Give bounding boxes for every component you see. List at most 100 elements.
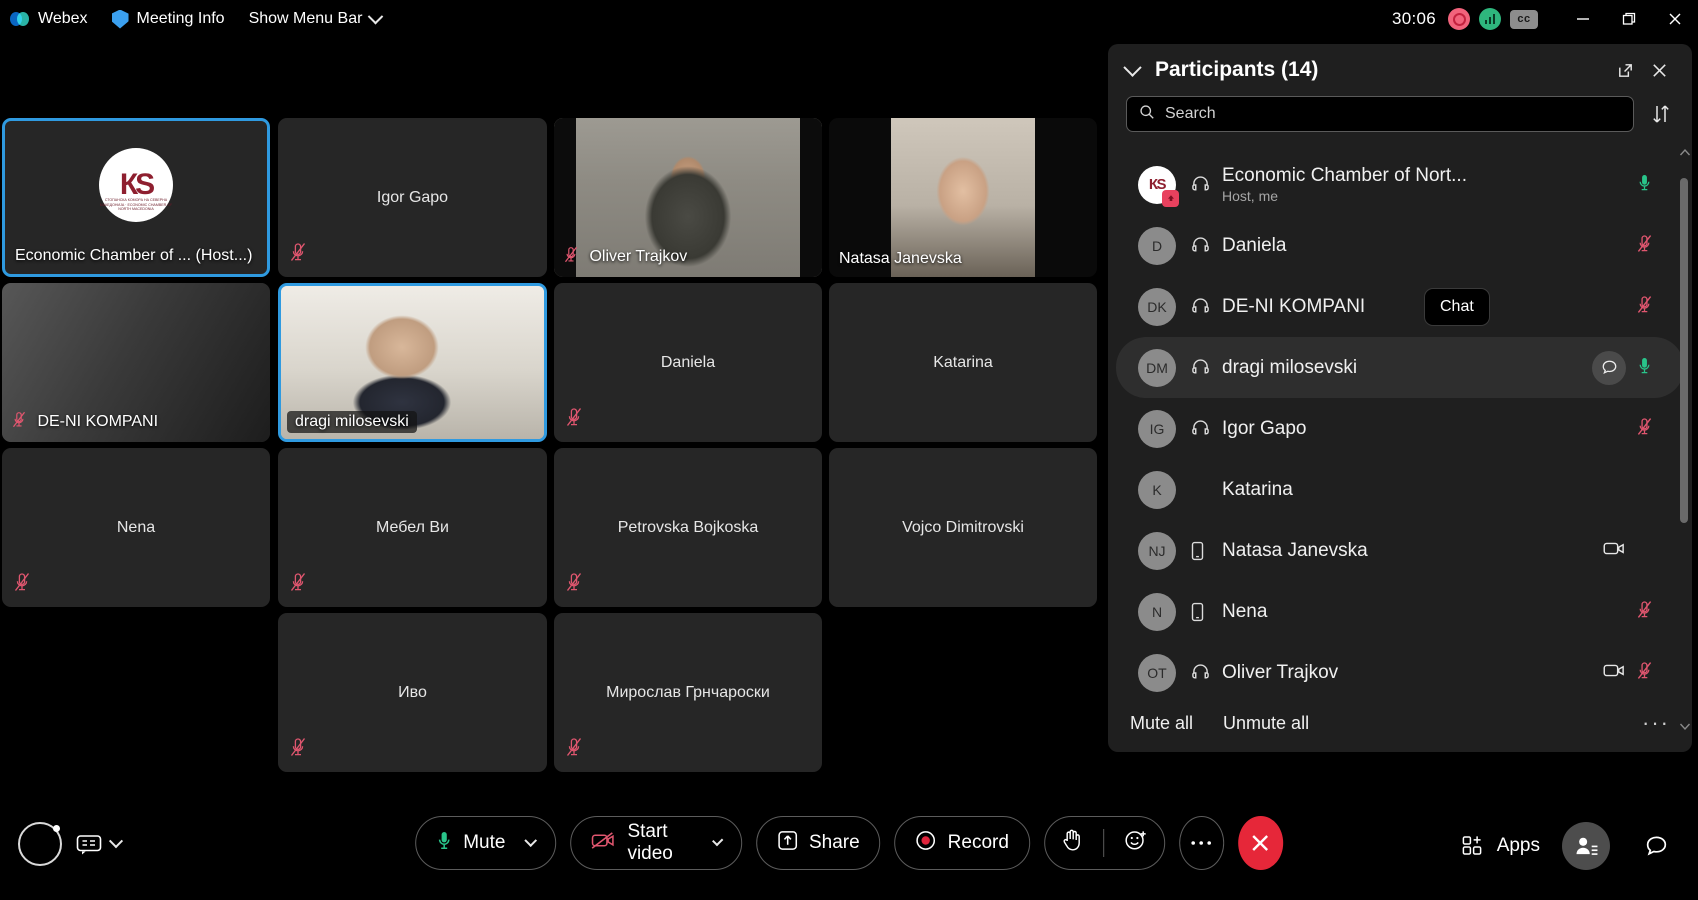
tile-name: Igor Gapo <box>376 188 449 206</box>
tile-name: Иво <box>398 683 427 701</box>
start-video-button[interactable]: Start video <box>570 816 742 870</box>
headset-icon <box>1190 175 1216 194</box>
participant-name: dragi milosevski <box>1222 356 1358 378</box>
network-signal-icon[interactable] <box>1479 8 1501 30</box>
avatar-initials: N <box>1151 603 1163 620</box>
close-icon[interactable] <box>1652 0 1698 38</box>
unmute-all-button[interactable]: Unmute all <box>1223 713 1309 734</box>
mute-button[interactable]: Mute <box>415 816 557 870</box>
page-title: Participants (14) <box>1155 58 1319 81</box>
webex-brand[interactable]: Webex <box>0 0 100 38</box>
end-call-button[interactable] <box>1237 816 1283 870</box>
scrollbar-thumb[interactable] <box>1680 178 1688 523</box>
record-button[interactable]: Record <box>894 816 1030 870</box>
participants-search-row: Search <box>1108 96 1692 132</box>
video-tile-dragi-milosevski[interactable]: dragi milosevski <box>278 283 547 442</box>
mic-off-icon <box>290 737 306 762</box>
mic-off-icon <box>566 407 582 432</box>
participant-name: Nena <box>1222 600 1268 622</box>
share-button[interactable]: Share <box>755 816 881 870</box>
mic-status <box>1626 295 1662 319</box>
video-tile-miroslav-grncaroski[interactable]: Мирослав Грнчароски <box>554 613 822 772</box>
close-panel-icon[interactable] <box>1642 53 1676 87</box>
popout-icon[interactable] <box>1608 53 1642 87</box>
video-tile-host[interactable]: КЅ СТОПАНСКА КОМОРА НА СЕВЕРНА МАКЕДОНИЈ… <box>2 118 270 277</box>
video-tile-petrovska-bojkoska[interactable]: Petrovska Bojkoska <box>554 448 822 607</box>
participants-panel-header: Participants (14) <box>1108 44 1692 96</box>
participants-panel: Participants (14) Search КЅ Economic Cha… <box>1108 44 1692 752</box>
raise-hand-icon[interactable] <box>1061 828 1083 858</box>
video-tile-natasa-janevska[interactable]: Natasa Janevska <box>829 118 1097 277</box>
reactions-icon[interactable] <box>1124 829 1148 858</box>
video-tile-daniela[interactable]: Daniela <box>554 283 822 442</box>
microphone-icon <box>436 830 452 857</box>
participants-button[interactable] <box>1562 822 1610 870</box>
audio-settings-icon[interactable] <box>18 822 62 866</box>
list-item[interactable]: DK DE-NI KOMPANI <box>1116 276 1684 337</box>
mic-status <box>1626 356 1662 380</box>
divider <box>1102 829 1104 857</box>
sort-icon[interactable] <box>1648 101 1674 127</box>
meeting-info-button[interactable]: Meeting Info <box>100 0 237 38</box>
video-tile-de-ni-kompani[interactable]: DE-NI KOMPANI <box>2 283 270 442</box>
more-options-button[interactable] <box>1178 816 1224 870</box>
minimize-icon[interactable] <box>1560 0 1606 38</box>
host-badge-icon <box>1162 189 1179 207</box>
closed-caption-button[interactable] <box>76 834 124 855</box>
search-icon <box>1139 104 1155 125</box>
tile-name: Oliver Trajkov <box>564 246 687 268</box>
meeting-timer: 30:06 <box>1391 9 1436 28</box>
participant-info: Economic Chamber of Nort... Host, me <box>1222 165 1626 204</box>
video-tile-oliver-trajkov[interactable]: Oliver Trajkov <box>554 118 822 277</box>
show-menu-bar-button[interactable]: Show Menu Bar <box>237 0 394 38</box>
video-tile-vojco-dimitrovski[interactable]: Vojco Dimitrovski <box>829 448 1097 607</box>
mic-off-icon <box>566 737 582 762</box>
chat-icon[interactable] <box>1592 350 1626 385</box>
recording-indicator-icon[interactable] <box>1448 8 1470 30</box>
search-input[interactable]: Search <box>1126 96 1634 132</box>
avatar: N <box>1138 592 1176 631</box>
participants-list[interactable]: КЅ Economic Chamber of Nort... Host, me <box>1108 154 1692 694</box>
chat-button[interactable] <box>1632 822 1680 870</box>
video-tile-ivo[interactable]: Иво <box>278 613 547 772</box>
more-options-button[interactable]: ··· <box>1642 710 1670 736</box>
participants-scrollbar[interactable] <box>1679 148 1691 731</box>
mute-all-button[interactable]: Mute all <box>1130 713 1193 734</box>
list-item[interactable]: D Daniela <box>1116 215 1684 276</box>
list-item[interactable]: КЅ Economic Chamber of Nort... Host, me <box>1116 154 1684 215</box>
record-icon <box>916 830 937 857</box>
webex-label: Webex <box>38 10 88 27</box>
avatar-initials: DK <box>1147 298 1167 315</box>
participant-info: Natasa Janevska <box>1222 540 1603 562</box>
chevron-down-icon[interactable] <box>524 833 538 847</box>
chevron-down-icon[interactable] <box>711 834 724 846</box>
tile-name: Nena <box>116 518 156 536</box>
video-tile-mebel-vi[interactable]: Мебел Ви <box>278 448 547 607</box>
list-item[interactable]: OT Oliver Trajkov <box>1116 642 1684 694</box>
top-bar-right: 30:06 cc <box>1392 0 1698 38</box>
scroll-up-arrow-icon[interactable] <box>1679 148 1691 160</box>
video-tile-katarina[interactable]: Katarina <box>829 283 1097 442</box>
chevron-down-icon[interactable] <box>1123 57 1142 77</box>
row-actions <box>1603 662 1626 684</box>
apps-button[interactable]: Apps <box>1462 835 1540 857</box>
webex-meeting-window: Webex Meeting Info Show Menu Bar 30:06 c… <box>0 0 1698 900</box>
list-item[interactable]: N Nena <box>1116 581 1684 642</box>
participant-info: Katarina <box>1222 479 1626 501</box>
participant-info: Oliver Trajkov <box>1222 662 1603 684</box>
list-item[interactable]: DM dragi milosevski <box>1116 337 1684 398</box>
list-item[interactable]: K Katarina <box>1116 459 1684 520</box>
tile-name: dragi milosevski <box>287 411 417 433</box>
avatar-initials: D <box>1151 237 1163 254</box>
video-tile-nena[interactable]: Nena <box>2 448 270 607</box>
apps-grid-icon <box>1462 836 1482 855</box>
avatar: DM <box>1138 348 1176 387</box>
headset-icon <box>1190 358 1216 377</box>
video-tile-igor-gapo[interactable]: Igor Gapo <box>278 118 547 277</box>
restore-icon[interactable] <box>1606 0 1652 38</box>
mic-on-icon <box>1637 356 1652 380</box>
chamber-logo-subtext: СТОПАНСКА КОМОРА НА СЕВЕРНА МАКЕДОНИЈА ·… <box>99 197 173 212</box>
list-item[interactable]: IG Igor Gapo <box>1116 398 1684 459</box>
list-item[interactable]: NJ Natasa Janevska <box>1116 520 1684 581</box>
closed-caption-badge[interactable]: cc <box>1510 9 1538 29</box>
